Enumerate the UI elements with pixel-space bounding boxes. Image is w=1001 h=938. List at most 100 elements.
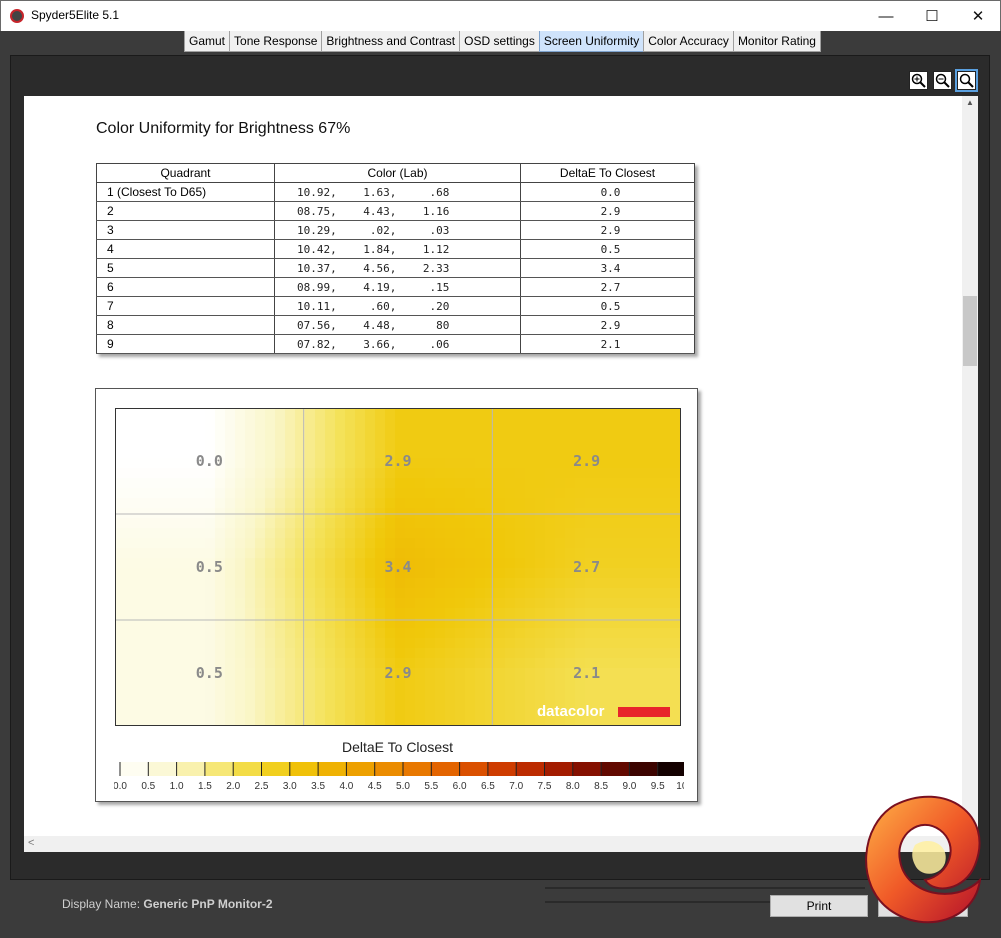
heatmap-pixel: [235, 468, 246, 479]
heatmap-pixel: [445, 518, 456, 529]
tab-color-accuracy[interactable]: Color Accuracy: [643, 31, 734, 52]
heatmap-pixel: [305, 628, 316, 639]
heatmap-pixel: [415, 638, 426, 649]
heatmap-pixel: [155, 468, 166, 479]
heatmap-pixel: [435, 528, 446, 539]
heatmap-pixel: [365, 528, 376, 539]
heatmap-pixel: [205, 488, 216, 499]
heatmap-pixel: [495, 528, 506, 539]
tab-tone-response[interactable]: Tone Response: [229, 31, 323, 52]
heatmap-pixel: [635, 438, 646, 449]
table-row: 6 08.99, 4.19, .15 2.7: [96, 277, 695, 297]
zoom-in-icon[interactable]: [909, 71, 928, 90]
heatmap-pixel: [115, 698, 126, 709]
heatmap-pixel: [345, 648, 356, 659]
tab-monitor-rating[interactable]: Monitor Rating: [732, 31, 821, 52]
heatmap-pixel: [645, 498, 656, 509]
heatmap-pixel: [255, 468, 266, 479]
heatmap-pixel: [525, 428, 536, 439]
heatmap-pixel: [285, 408, 296, 419]
heatmap-pixel: [435, 568, 446, 579]
heatmap-pixel: [115, 648, 126, 659]
zoom-out-icon[interactable]: [933, 71, 952, 90]
heatmap-pixel: [265, 598, 276, 609]
heatmap-pixel: [625, 438, 636, 449]
minimize-button[interactable]: —: [863, 1, 909, 31]
scroll-thumb[interactable]: [963, 296, 977, 366]
heatmap-pixel: [265, 418, 276, 429]
heatmap-pixel: [625, 528, 636, 539]
scale-tick-label: 1.5: [198, 781, 212, 792]
heatmap-pixel: [565, 638, 576, 649]
heatmap-pixel: [475, 638, 486, 649]
heatmap-pixel: [315, 468, 326, 479]
scroll-left-icon[interactable]: <: [28, 837, 34, 849]
heatmap-pixel: [255, 488, 266, 499]
heatmap-pixel: [625, 598, 636, 609]
heatmap-pixel: [225, 678, 236, 689]
heatmap-pixel: [215, 518, 226, 529]
heatmap-pixel: [325, 668, 336, 679]
heatmap-pixel: [345, 428, 356, 439]
heatmap-pixel: [335, 688, 346, 699]
heatmap-pixel: [365, 658, 376, 669]
heatmap-pixel: [665, 698, 676, 709]
tab-screen-uniformity[interactable]: Screen Uniformity: [538, 31, 645, 52]
heatmap-pixel: [535, 528, 546, 539]
heatmap-pixel: [115, 478, 126, 489]
heatmap-pixel: [155, 568, 166, 579]
heatmap-pixel: [535, 568, 546, 579]
zoom-fit-icon[interactable]: [955, 69, 978, 92]
heatmap-pixel: [625, 648, 636, 659]
heatmap-pixel: [165, 668, 176, 679]
heatmap-pixel: [555, 428, 566, 439]
heatmap-pixel: [515, 598, 526, 609]
heatmap-pixel: [415, 518, 426, 529]
heatmap-pixel: [655, 528, 666, 539]
heatmap-pixel: [155, 698, 166, 709]
heatmap-pixel: [355, 668, 366, 679]
heatmap-pixel: [635, 578, 646, 589]
heatmap-pixel: [485, 568, 496, 579]
close-button[interactable]: ✕: [955, 1, 1001, 31]
heatmap-pixel: [215, 488, 226, 499]
heatmap-pixel: [495, 458, 506, 469]
heatmap-pixel: [135, 428, 146, 439]
heatmap-pixel: [175, 678, 186, 689]
heatmap-pixel: [265, 578, 276, 589]
heatmap-pixel: [225, 518, 236, 529]
heatmap-pixel: [565, 508, 576, 519]
heatmap-pixel: [655, 448, 666, 459]
heatmap-pixel: [275, 548, 286, 559]
heatmap-pixel: [555, 668, 566, 679]
heatmap-pixel: [435, 468, 446, 479]
heatmap-pixel: [445, 408, 456, 419]
heatmap-pixel: [425, 638, 436, 649]
heatmap-pixel: [525, 638, 536, 649]
heatmap-pixel: [475, 678, 486, 689]
heatmap-pixel: [465, 588, 476, 599]
maximize-button[interactable]: ☐: [909, 1, 955, 31]
vertical-scrollbar[interactable]: ▲: [962, 96, 978, 852]
print-button[interactable]: Print: [770, 895, 868, 917]
heatmap-pixel: [175, 598, 186, 609]
heatmap-pixel: [605, 708, 616, 719]
heatmap-pixel: [305, 498, 316, 509]
heatmap-pixel: [475, 708, 486, 719]
heatmap-pixel: [445, 628, 456, 639]
heatmap-pixel: [425, 698, 436, 709]
heatmap-pixel: [605, 698, 616, 709]
heatmap-pixel: [455, 438, 466, 449]
heatmap-pixel: [445, 468, 456, 479]
heatmap-pixel: [355, 638, 366, 649]
tab-brightness-and-contrast[interactable]: Brightness and Contrast: [321, 31, 461, 52]
tab-gamut[interactable]: Gamut: [184, 31, 231, 52]
cell-value-label: 3.4: [384, 558, 411, 576]
scroll-up-icon[interactable]: ▲: [962, 96, 978, 110]
horizontal-scrollbar[interactable]: <: [24, 836, 962, 852]
heatmap-pixel: [205, 548, 216, 559]
heatmap-pixel: [465, 708, 476, 719]
heatmap-pixel: [505, 538, 516, 549]
tab-osd-settings[interactable]: OSD settings: [459, 31, 540, 52]
heatmap-pixel: [235, 568, 246, 579]
